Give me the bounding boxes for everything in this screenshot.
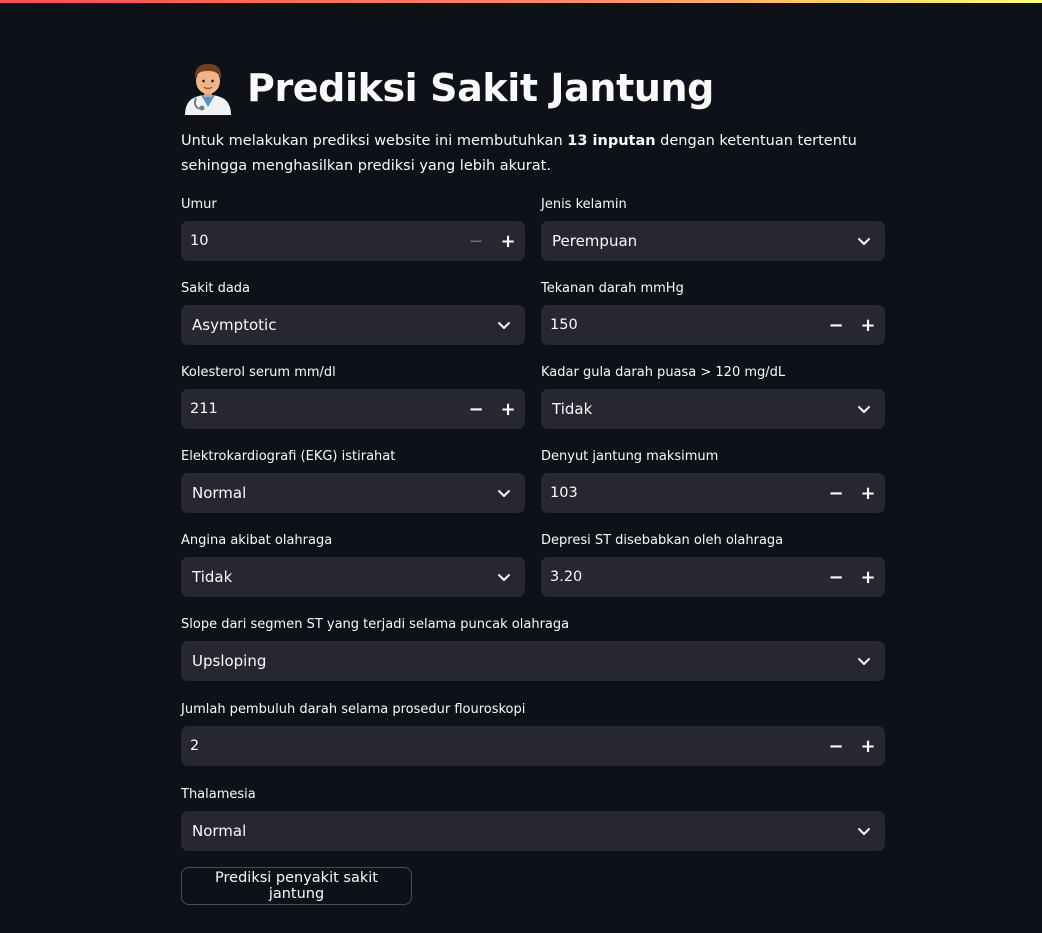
jenis-kelamin-select[interactable]: Perempuan	[541, 221, 885, 261]
pembuluh-label: Jumlah pembuluh darah selama prosedur fl…	[181, 702, 526, 717]
chevron-down-icon	[858, 238, 870, 245]
depresi-st-label: Depresi ST disebabkan oleh olahraga	[541, 533, 784, 548]
health-worker-emoji-icon	[185, 64, 231, 115]
top-decoration-bar	[0, 0, 1042, 3]
form-row-1: Umur − + Jenis kelamin Perempuan	[181, 197, 885, 261]
ekg-label: Elektrokardiografi (EKG) istirahat	[181, 449, 396, 464]
field-slope: Slope dari segmen ST yang terjadi selama…	[181, 617, 885, 681]
form-row-4: Elektrokardiografi (EKG) istirahat Norma…	[181, 449, 885, 513]
gula-darah-label: Kadar gula darah puasa > 120 mg/dL	[541, 365, 786, 380]
intro-before: Untuk melakukan prediksi website ini mem…	[181, 133, 568, 149]
field-thalamesia: Thalamesia Normal	[181, 787, 885, 851]
thalamesia-label: Thalamesia	[181, 787, 256, 802]
depresi-st-input[interactable]	[541, 557, 820, 597]
submit-row: Prediksi penyakit sakit jantung	[181, 867, 885, 905]
thalamesia-value: Normal	[192, 822, 247, 840]
pembuluh-number-input: − +	[181, 726, 885, 766]
field-jenis-kelamin: Jenis kelamin Perempuan	[541, 197, 885, 261]
intro-text: Untuk melakukan prediksi website ini mem…	[181, 129, 885, 179]
chevron-down-icon	[858, 658, 870, 665]
umur-input[interactable]	[181, 221, 460, 261]
field-kolesterol: Kolesterol serum mm/dl − +	[181, 365, 525, 429]
denyut-jantung-number-input: − +	[541, 473, 885, 513]
page-title: Prediksi Sakit Jantung	[181, 58, 885, 118]
denyut-jantung-increment-button[interactable]: +	[852, 473, 884, 513]
chevron-down-icon	[858, 828, 870, 835]
umur-decrement-button[interactable]: −	[460, 221, 492, 261]
tekanan-darah-number-input: − +	[541, 305, 885, 345]
kolesterol-increment-button[interactable]: +	[492, 389, 524, 429]
pembuluh-decrement-button[interactable]: −	[820, 726, 852, 766]
sakit-dada-select[interactable]: Asymptotic	[181, 305, 525, 345]
chevron-down-icon	[498, 574, 510, 581]
depresi-st-decrement-button[interactable]: −	[820, 557, 852, 597]
tekanan-darah-label: Tekanan darah mmHg	[541, 281, 684, 296]
kolesterol-number-input: − +	[181, 389, 525, 429]
denyut-jantung-label: Denyut jantung maksimum	[541, 449, 719, 464]
angina-label: Angina akibat olahraga	[181, 533, 333, 548]
jenis-kelamin-label: Jenis kelamin	[541, 197, 627, 212]
angina-value: Tidak	[192, 568, 233, 586]
field-tekanan-darah: Tekanan darah mmHg − +	[541, 281, 885, 345]
chevron-down-icon	[498, 490, 510, 497]
field-ekg: Elektrokardiografi (EKG) istirahat Norma…	[181, 449, 525, 513]
field-depresi-st: Depresi ST disebabkan oleh olahraga − +	[541, 533, 885, 597]
jenis-kelamin-value: Perempuan	[552, 232, 638, 250]
depresi-st-increment-button[interactable]: +	[852, 557, 884, 597]
tekanan-darah-increment-button[interactable]: +	[852, 305, 884, 345]
slope-select[interactable]: Upsloping	[181, 641, 885, 681]
field-umur: Umur − +	[181, 197, 525, 261]
predict-button[interactable]: Prediksi penyakit sakit jantung	[181, 867, 412, 905]
ekg-select[interactable]: Normal	[181, 473, 525, 513]
gula-darah-select[interactable]: Tidak	[541, 389, 885, 429]
field-sakit-dada: Sakit dada Asymptotic	[181, 281, 525, 345]
slope-label: Slope dari segmen ST yang terjadi selama…	[181, 617, 570, 632]
sakit-dada-value: Asymptotic	[192, 316, 277, 334]
tekanan-darah-decrement-button[interactable]: −	[820, 305, 852, 345]
umur-label: Umur	[181, 197, 217, 212]
denyut-jantung-decrement-button[interactable]: −	[820, 473, 852, 513]
page-title-text: Prediksi Sakit Jantung	[247, 66, 714, 110]
kolesterol-label: Kolesterol serum mm/dl	[181, 365, 336, 380]
ekg-value: Normal	[192, 484, 247, 502]
sakit-dada-label: Sakit dada	[181, 281, 251, 296]
umur-increment-button[interactable]: +	[492, 221, 524, 261]
field-gula-darah: Kadar gula darah puasa > 120 mg/dL Tidak	[541, 365, 885, 429]
thalamesia-select[interactable]: Normal	[181, 811, 885, 851]
main-content: Prediksi Sakit Jantung Untuk melakukan p…	[181, 58, 885, 905]
tekanan-darah-input[interactable]	[541, 305, 820, 345]
form-row-3: Kolesterol serum mm/dl − + Kadar gula da…	[181, 365, 885, 429]
chevron-down-icon	[858, 406, 870, 413]
pembuluh-increment-button[interactable]: +	[852, 726, 884, 766]
kolesterol-decrement-button[interactable]: −	[460, 389, 492, 429]
angina-select[interactable]: Tidak	[181, 557, 525, 597]
chevron-down-icon	[498, 322, 510, 329]
denyut-jantung-input[interactable]	[541, 473, 820, 513]
umur-number-input: − +	[181, 221, 525, 261]
pembuluh-input[interactable]	[181, 726, 820, 766]
field-denyut-jantung: Denyut jantung maksimum − +	[541, 449, 885, 513]
kolesterol-input[interactable]	[181, 389, 460, 429]
form-row-5: Angina akibat olahraga Tidak Depresi ST …	[181, 533, 885, 597]
slope-value: Upsloping	[192, 652, 267, 670]
intro-bold: 13 inputan	[567, 133, 656, 149]
field-pembuluh: Jumlah pembuluh darah selama prosedur fl…	[181, 702, 885, 766]
form-row-2: Sakit dada Asymptotic Tekanan darah mmHg…	[181, 281, 885, 345]
field-angina: Angina akibat olahraga Tidak	[181, 533, 525, 597]
gula-darah-value: Tidak	[552, 400, 593, 418]
depresi-st-number-input: − +	[541, 557, 885, 597]
